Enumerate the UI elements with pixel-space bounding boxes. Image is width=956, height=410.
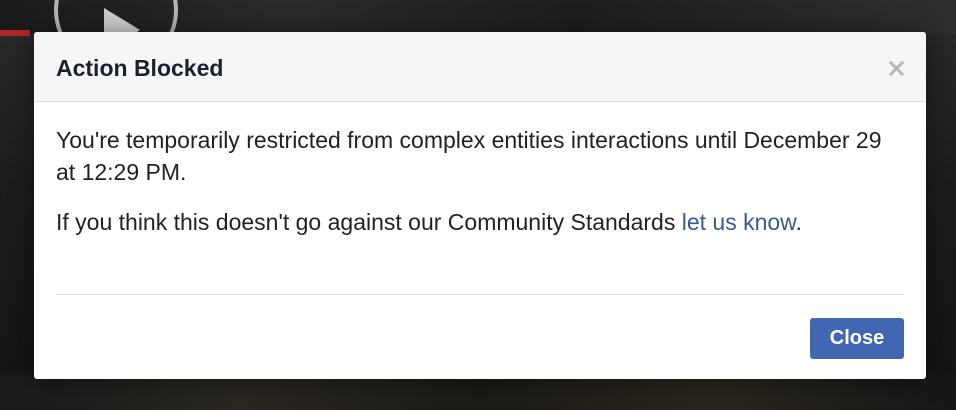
action-blocked-dialog: Action Blocked You're temporarily restri… — [34, 32, 926, 379]
let-us-know-link[interactable]: let us know — [682, 209, 796, 235]
dialog-header: Action Blocked — [34, 32, 926, 102]
background-floor — [0, 374, 956, 410]
footer-divider — [56, 294, 904, 295]
restriction-message: You're temporarily restricted from compl… — [56, 127, 882, 185]
close-button[interactable]: Close — [810, 318, 904, 359]
appeal-text: If you think this doesn't go against our… — [56, 209, 682, 235]
background-red-accent — [0, 30, 30, 36]
close-icon[interactable] — [886, 58, 906, 78]
dialog-body: You're temporarily restricted from compl… — [56, 124, 904, 238]
dialog-title: Action Blocked — [56, 55, 224, 81]
appeal-message: If you think this doesn't go against our… — [56, 206, 904, 238]
appeal-suffix: . — [795, 209, 802, 235]
